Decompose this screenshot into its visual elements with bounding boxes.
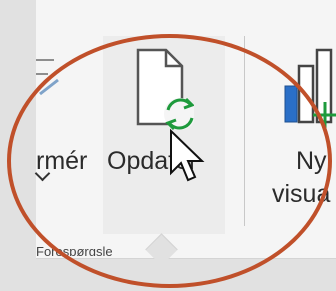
ribbon-group-label: Forespørgsle: [36, 244, 113, 256]
mouse-pointer-icon: [170, 128, 205, 182]
document-refresh-icon: [136, 48, 194, 131]
new-visual-label-line2[interactable]: visua: [272, 180, 330, 209]
new-visual-label-line1[interactable]: Ny: [296, 147, 327, 176]
new-visual-chart-icon: [284, 48, 336, 128]
ribbon-group-separator: [244, 36, 245, 226]
partial-ribbon-icon: [36, 59, 59, 96]
